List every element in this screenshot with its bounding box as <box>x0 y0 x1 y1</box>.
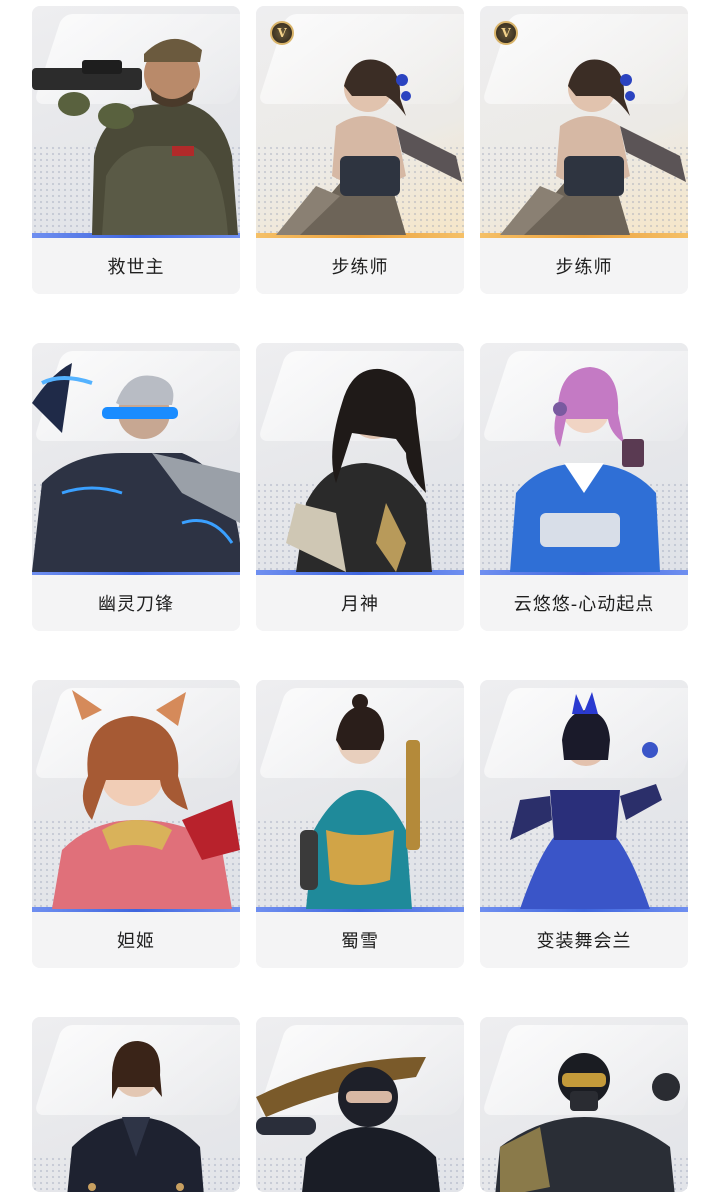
masquerade-dancer-figure-icon <box>510 692 662 909</box>
character-portrait <box>256 343 464 572</box>
character-card[interactable]: V 步练师 <box>480 6 688 294</box>
character-portrait <box>32 1017 240 1192</box>
character-name: 月神 <box>256 575 464 631</box>
character-portrait <box>480 680 688 909</box>
character-card[interactable] <box>32 1017 240 1192</box>
character-portrait <box>480 1017 688 1192</box>
character-portrait <box>256 1017 464 1192</box>
vip-badge-icon: V <box>270 21 294 45</box>
character-card[interactable]: 云悠悠-心动起点 <box>480 343 688 631</box>
character-name: 蜀雪 <box>256 912 464 968</box>
character-name: 步练师 <box>480 238 688 294</box>
fox-girl-figure-icon <box>52 690 240 909</box>
character-portrait <box>32 6 240 235</box>
character-name: 变装舞会兰 <box>480 912 688 968</box>
character-name: 步练师 <box>256 238 464 294</box>
warrior-woman-figure-icon <box>300 694 420 909</box>
character-name: 幽灵刀锋 <box>32 575 240 631</box>
character-card[interactable]: 幽灵刀锋 <box>32 343 240 631</box>
character-card[interactable] <box>480 1017 688 1192</box>
tactical-soldier-figure-icon <box>495 1053 680 1192</box>
character-card[interactable] <box>256 1017 464 1192</box>
character-card[interactable]: 救世主 <box>32 6 240 294</box>
character-name: 救世主 <box>32 238 240 294</box>
character-portrait <box>32 680 240 909</box>
moon-goddess-figure-icon <box>286 368 432 572</box>
agent-woman-figure-icon <box>67 1041 204 1192</box>
character-name: 云悠悠-心动起点 <box>480 575 688 631</box>
character-card[interactable]: V 步练师 <box>256 6 464 294</box>
vip-badge-icon: V <box>494 21 518 45</box>
character-name: 妲姬 <box>32 912 240 968</box>
character-portrait <box>256 680 464 909</box>
idol-figure-icon <box>510 367 660 572</box>
cyber-warrior-figure-icon <box>32 363 240 572</box>
character-card[interactable]: 变装舞会兰 <box>480 680 688 968</box>
character-card[interactable]: 蜀雪 <box>256 680 464 968</box>
character-card[interactable]: 月神 <box>256 343 464 631</box>
soldier-figure-icon <box>32 38 238 235</box>
ninja-figure-icon <box>256 1057 440 1192</box>
character-card[interactable]: 妲姬 <box>32 680 240 968</box>
character-grid: 救世主 V 步练师 V 步练师 幽灵刀锋 月神 云悠悠-心动起点 妲姬 蜀雪 变… <box>0 0 720 1192</box>
character-portrait <box>480 343 688 572</box>
character-portrait <box>32 343 240 572</box>
